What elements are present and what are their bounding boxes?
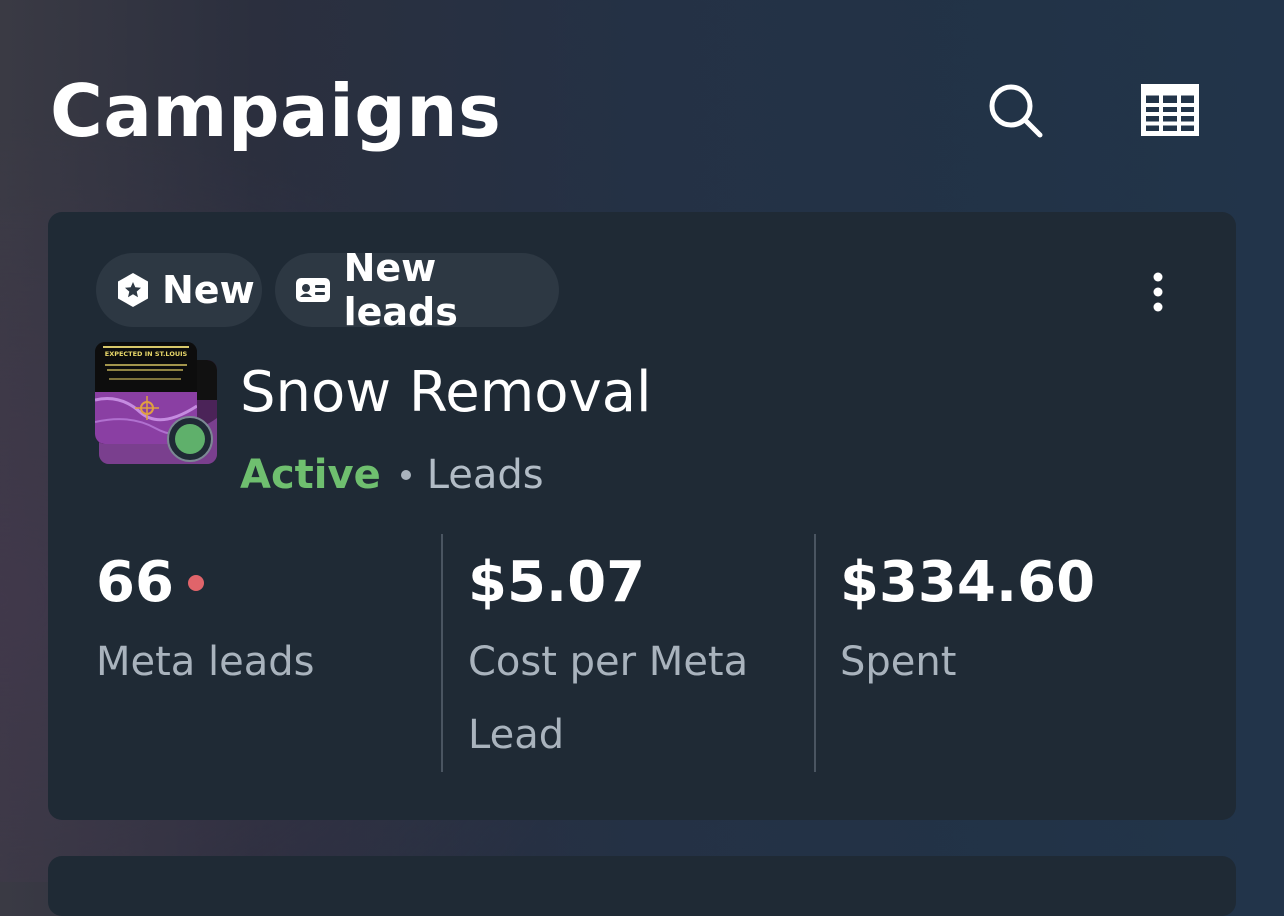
more-options-button[interactable]	[1128, 252, 1188, 332]
next-campaign-card[interactable]	[48, 856, 1236, 916]
stat-label: Cost per Meta Lead	[468, 639, 749, 758]
stat-divider	[814, 534, 816, 772]
stat-value-container: 66	[96, 550, 442, 616]
alert-dot	[187, 575, 204, 591]
stat-value-container: $5.07	[468, 550, 814, 616]
new-leads-badge-label: New leads	[343, 246, 458, 334]
stat-value: $5.07	[468, 550, 646, 615]
campaign-type: Leads	[426, 452, 544, 498]
search-icon	[989, 84, 1043, 138]
stat-divider	[441, 534, 443, 772]
stat-value: 66	[96, 550, 174, 615]
lead-card-icon	[295, 270, 332, 310]
header: Campaigns	[0, 0, 1284, 200]
stat-spent: $334.60 Spent	[840, 532, 1186, 772]
stat-value-container: $334.60	[840, 550, 1186, 616]
table-view-button[interactable]	[1130, 70, 1210, 150]
campaign-status: Active	[240, 452, 381, 498]
thumbnail-text: EXPECTED IN ST.LOUIS	[105, 350, 188, 358]
campaign-name: Snow Removal	[240, 360, 652, 425]
page-title: Campaigns	[50, 69, 502, 153]
campaign-thumbnail: EXPECTED IN ST.LOUIS	[95, 342, 220, 467]
stat-value: $334.60	[840, 550, 1096, 615]
more-vertical-icon	[1153, 272, 1163, 312]
new-badge-icon	[116, 270, 150, 310]
stat-label: Meta leads	[96, 639, 315, 685]
campaign-meta: Active Leads	[240, 450, 544, 500]
active-status-dot	[175, 424, 205, 454]
separator-dot	[400, 470, 411, 480]
status-indicator	[167, 416, 213, 462]
stat-meta-leads: 66 Meta leads	[96, 532, 442, 772]
search-button[interactable]	[975, 70, 1055, 150]
new-badge-label: New	[162, 268, 255, 312]
new-leads-badge: New leads	[275, 246, 559, 334]
stat-cost-per-lead: $5.07 Cost per Meta Lead	[468, 532, 814, 772]
table-view-icon	[1141, 84, 1199, 136]
campaign-card[interactable]: New New leads EXPECTED IN ST.LOUIS Snow …	[48, 212, 1236, 820]
new-badge: New	[96, 253, 262, 327]
stat-label: Spent	[840, 639, 957, 685]
